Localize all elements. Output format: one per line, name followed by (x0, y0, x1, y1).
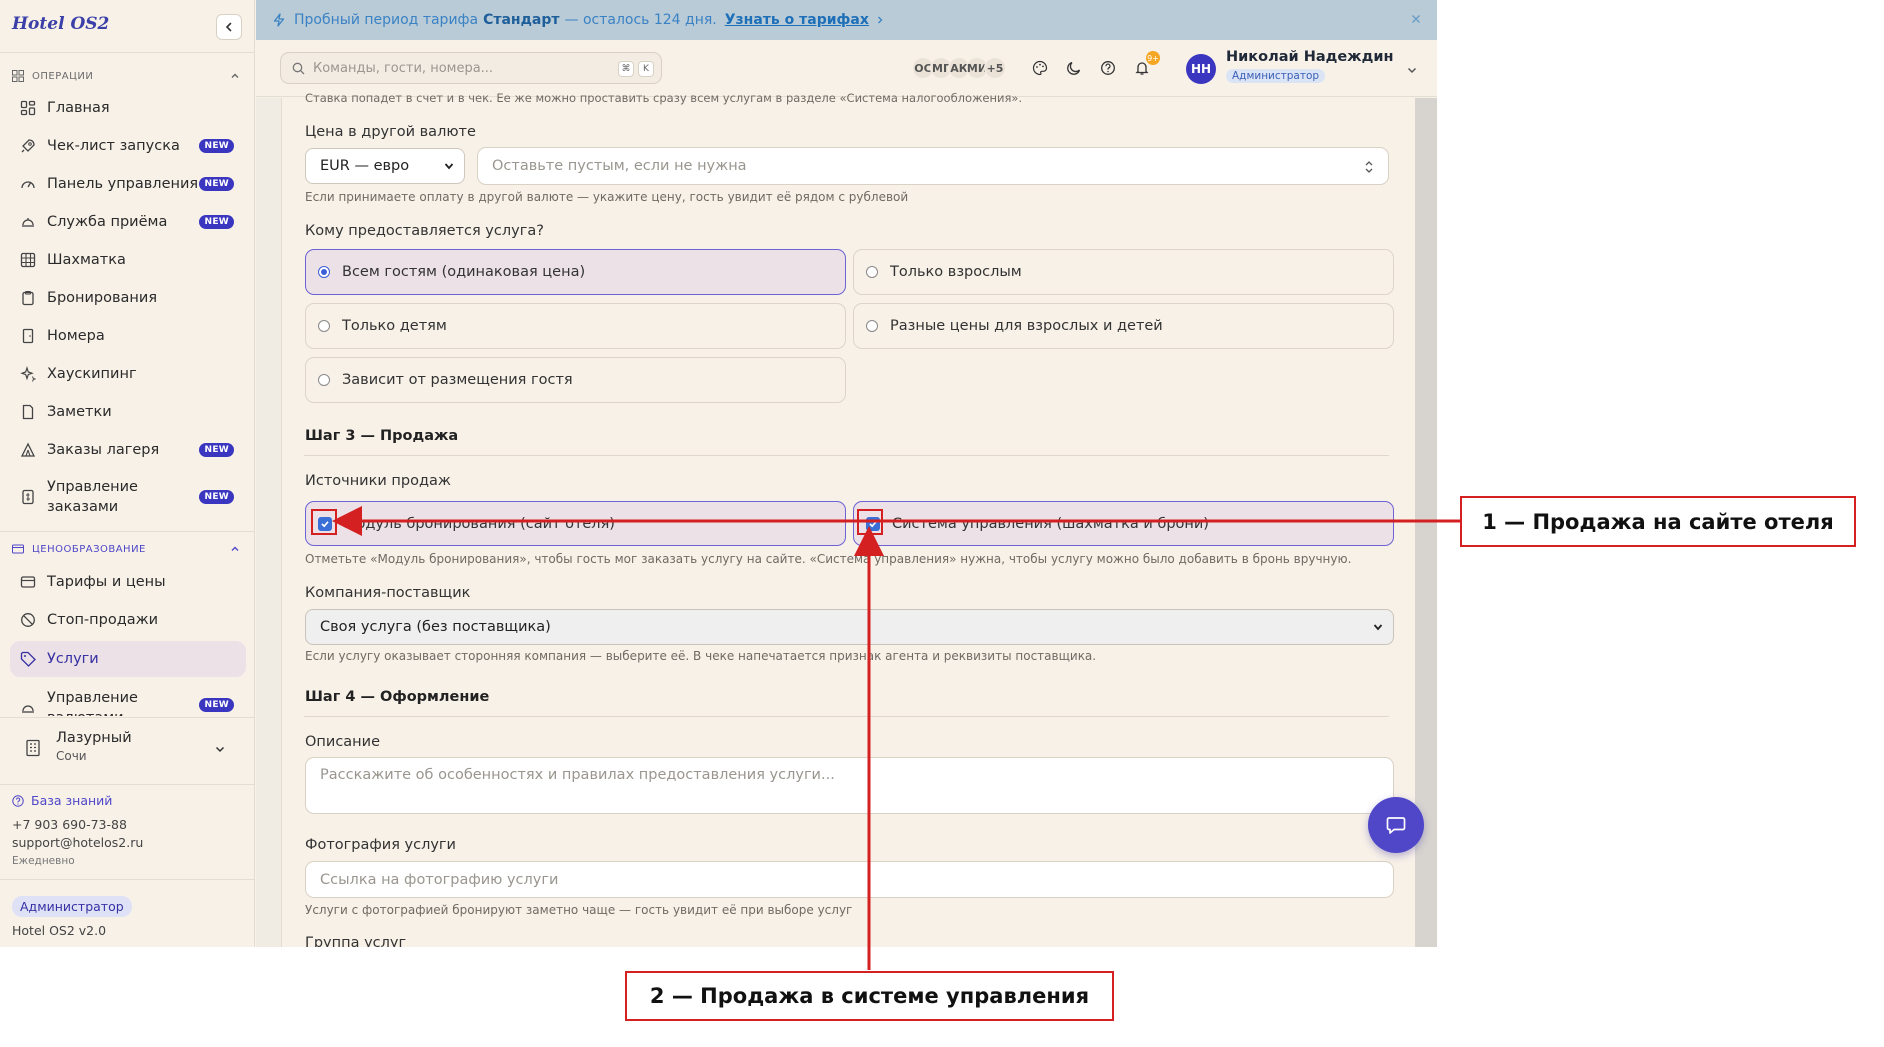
callout-2-text: 2 — Продажа в системе управления (649, 984, 1090, 1008)
highlight-box-management-checkbox (857, 509, 883, 535)
callout-1: 1 — Продажа на сайте отеля (1460, 496, 1856, 547)
annotated-screenshot: Hotel OS2 ОПЕРАЦИИ Главная Чек-лист запу… (0, 0, 1884, 1047)
callout-1-text: 1 — Продажа на сайте отеля (1482, 509, 1834, 534)
callout-2: 2 — Продажа в системе управления (625, 971, 1114, 1021)
highlight-box-booking-checkbox (311, 509, 337, 535)
